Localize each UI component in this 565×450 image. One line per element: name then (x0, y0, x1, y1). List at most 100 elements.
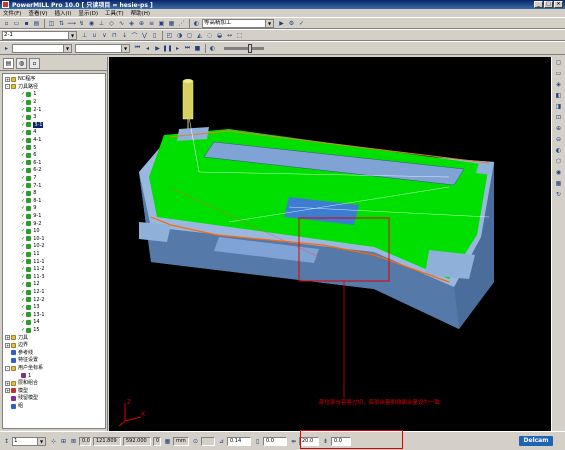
open-icon[interactable]: ▭ (12, 19, 21, 28)
tree-item[interactable]: ✓ 9-2 (15, 220, 41, 227)
tree-expander-icon[interactable]: + (5, 76, 10, 82)
tree-expander-icon[interactable]: - (5, 84, 10, 90)
stepover-icon[interactable]: ⇹ (289, 437, 298, 446)
tool-create-icon[interactable]: ⊥ (80, 31, 89, 40)
tree-item[interactable]: ✓ 3 (15, 114, 36, 121)
tree-item[interactable]: + 边界 (5, 342, 28, 349)
tree-item[interactable]: ✓ 4 (15, 129, 36, 136)
tree-item[interactable]: ✓ 8 (15, 190, 36, 197)
tree-item[interactable]: 参考线 (5, 350, 33, 357)
workplane-select[interactable]: 1 (12, 436, 46, 446)
menu-view[interactable]: 查看(V) (28, 9, 47, 17)
sim-toolpath-select[interactable] (12, 43, 72, 53)
stepdown-icon[interactable]: ⇟ (321, 437, 330, 446)
tree-item[interactable]: ✓ 5 (15, 144, 36, 151)
tree-item[interactable]: ✓ 11 (15, 251, 40, 258)
sim-tool-select[interactable] (75, 43, 130, 53)
maximize-button[interactable]: □ (544, 1, 553, 8)
tree-item[interactable]: ✓ 4-1 (15, 137, 41, 144)
sim-shade-icon[interactable]: ◐ (208, 44, 217, 53)
start-point-icon[interactable]: ◉ (87, 19, 96, 28)
tree-item[interactable]: ✓ 15 (15, 327, 40, 334)
toolpath-icon[interactable]: ⋰ (177, 19, 186, 28)
zoom-out-icon[interactable]: ⊖ (554, 136, 564, 145)
tree-item[interactable]: ✓ 1 (15, 91, 36, 98)
tool-taper-icon[interactable]: ⋁ (140, 31, 149, 40)
menu-display[interactable]: 显示(D) (78, 9, 98, 17)
tool-holder-icon[interactable]: ▯ (150, 31, 159, 40)
tree-item[interactable]: + NC程序 (5, 76, 35, 83)
calculate-icon[interactable]: ▶ (277, 19, 286, 28)
tree-item[interactable]: ✓ 12 (15, 281, 40, 288)
tree-expander-icon[interactable]: + (5, 380, 10, 386)
workplane-icon[interactable]: ⊹ (49, 437, 58, 446)
stepdown-field[interactable]: 0.0 (331, 436, 351, 446)
sim-play-icon[interactable]: ▶ (153, 44, 162, 53)
plain-shade-icon[interactable]: ◉ (554, 169, 564, 178)
tree-item[interactable]: ✓ 13-1 (15, 312, 45, 319)
tree-item[interactable]: + 模型 (5, 388, 28, 395)
multi-color-icon[interactable]: ▦ (554, 180, 564, 189)
tree-item[interactable]: ✓ 6 (15, 152, 36, 159)
html-tab-icon[interactable]: ▫ (29, 58, 40, 69)
workplane-icon[interactable]: ⊕ (137, 19, 146, 28)
leads-icon[interactable]: ↯ (77, 19, 86, 28)
stock-model-icon[interactable]: ▦ (167, 19, 176, 28)
tree-item[interactable]: ✓ 11-1 (15, 258, 45, 265)
tree-expander-icon[interactable]: + (5, 388, 10, 394)
view-left-icon[interactable]: ◧ (554, 92, 564, 101)
view-front-icon[interactable]: ▭ (554, 70, 564, 79)
tree-item[interactable]: ✓ 7-1 (15, 182, 41, 189)
workplane-edit-icon[interactable]: ⊞ (59, 437, 68, 446)
sim-speed-slider[interactable] (224, 43, 264, 53)
tree-item[interactable]: ✓ 9 (15, 205, 36, 212)
menu-help[interactable]: 帮助(H) (131, 9, 150, 17)
tree-item[interactable]: ✓ 6-2 (15, 167, 41, 174)
view-iso-icon[interactable]: ◰ (165, 31, 174, 40)
explorer-tab-icon[interactable]: ▤ (3, 58, 14, 69)
model-icon[interactable]: ▣ (157, 19, 166, 28)
level-icon[interactable]: ≡ (147, 19, 156, 28)
min-radius-icon[interactable]: ◌ (205, 31, 214, 40)
tree-expander-icon[interactable]: - (5, 365, 10, 371)
slider-thumb[interactable] (248, 43, 252, 53)
strategy-select[interactable]: 等高精加工 (202, 18, 274, 28)
stepover-field[interactable]: 20.0 (299, 436, 319, 446)
shading-icon[interactable]: ◑ (175, 31, 184, 40)
sim-pause-icon[interactable]: ❚❚ (162, 44, 172, 53)
thickness-icon[interactable]: ▯ (253, 437, 262, 446)
view-iso-icon[interactable]: ◈ (554, 81, 564, 90)
sim-end-icon[interactable]: ⏭ (183, 44, 192, 53)
feature-icon[interactable]: ◈ (127, 19, 136, 28)
print-icon[interactable]: ▤ (32, 19, 41, 28)
status-arrow-icon[interactable]: ↕ (2, 437, 11, 446)
tree-item[interactable]: 1 (15, 372, 31, 379)
tree-item[interactable]: ✓ 11-3 (15, 274, 45, 281)
tool-select[interactable]: 2-1 (2, 30, 77, 40)
shaded-icon[interactable]: ◐ (554, 147, 564, 156)
close-button[interactable]: × (554, 1, 563, 8)
tree-item[interactable]: ✓ 3-1 (15, 121, 44, 129)
tree-item[interactable]: ✓ 12-2 (15, 296, 45, 303)
grid-icon[interactable]: ▦ (163, 437, 172, 446)
tree-item[interactable]: 残留模型 (5, 395, 38, 402)
tree-item[interactable]: ✓ 2-1 (15, 106, 41, 113)
zoom-in-icon[interactable]: ⊕ (554, 125, 564, 134)
tree-item[interactable]: - 用户坐标系 (5, 365, 43, 372)
zoom-fit-icon[interactable]: ⊡ (554, 114, 564, 123)
menu-file[interactable]: 文件(F) (3, 9, 21, 17)
wireframe-icon[interactable]: ◻ (185, 31, 194, 40)
verify-icon[interactable]: ✓ (297, 19, 306, 28)
undercut-icon[interactable]: ◒ (215, 31, 224, 40)
tree-item[interactable]: 组 (5, 403, 23, 410)
tolerance-icon[interactable]: ⊿ (217, 437, 226, 446)
tree-item[interactable]: 特征设置 (5, 357, 38, 364)
save-icon[interactable]: ▪ (22, 19, 31, 28)
feed-rate-icon[interactable]: ⟿ (67, 19, 76, 28)
menu-insert[interactable]: 插入(I) (55, 9, 72, 17)
globe-tab-icon[interactable]: ◍ (16, 58, 27, 69)
tool-drill-icon[interactable]: ↓ (120, 31, 129, 40)
measure-icon[interactable]: ↔ (225, 31, 234, 40)
tool-end-icon[interactable]: ⊓ (110, 31, 119, 40)
tree-item[interactable]: ✓ 13 (15, 304, 40, 311)
